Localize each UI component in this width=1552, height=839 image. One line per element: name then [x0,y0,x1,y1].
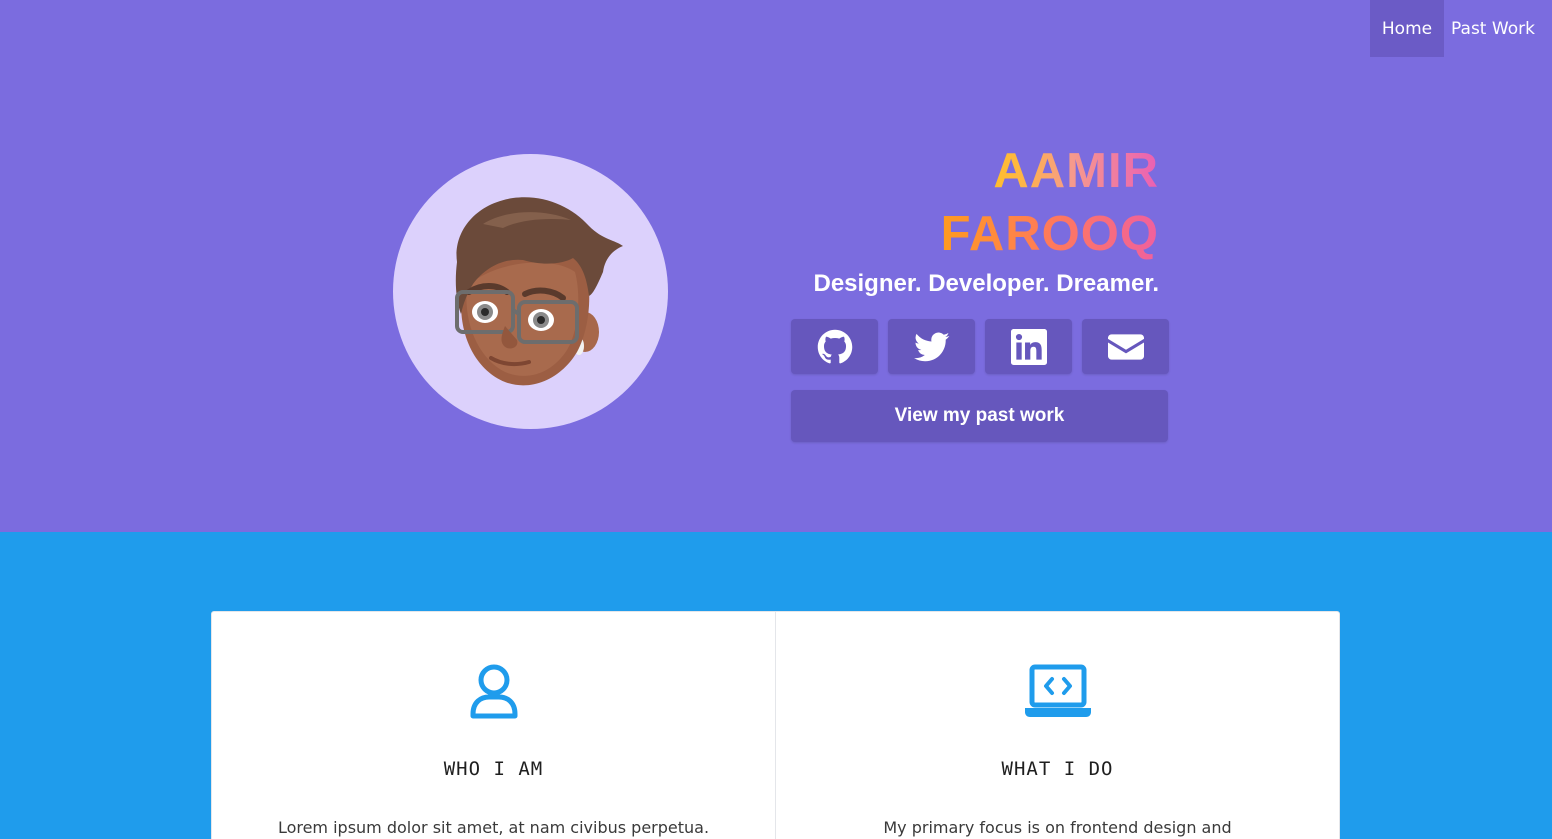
linkedin-button[interactable] [985,319,1072,374]
github-button[interactable] [791,319,878,374]
top-nav: Home Past Work [1370,0,1552,57]
card-title: WHAT I DO [1001,758,1114,780]
about-cards: WHO I AM Lorem ipsum dolor sit amet, at … [211,611,1340,839]
hero-name-last: FAROOQ [941,203,1159,266]
hero-name: AAMIR FAROOQ [941,140,1159,266]
who-i-am-card: WHO I AM Lorem ipsum dolor sit amet, at … [212,612,775,839]
hero-name-first: AAMIR [941,140,1159,203]
email-button[interactable] [1082,319,1169,374]
hero-tagline: Designer. Developer. Dreamer. [813,270,1159,297]
twitter-button[interactable] [888,319,975,374]
card-text: Lorem ipsum dolor sit amet, at nam civib… [277,818,710,837]
memoji-avatar-image [455,197,623,386]
nav-home[interactable]: Home [1370,0,1444,57]
twitter-icon [913,331,949,361]
avatar [393,154,668,429]
social-links [791,319,1169,374]
user-icon [469,664,519,725]
github-icon [817,329,852,363]
view-past-work-button[interactable]: View my past work [791,390,1168,442]
envelope-icon [1107,333,1144,360]
hero-section: Home Past Work AAMIR FAROOQ Designer. De… [0,0,1552,532]
card-title: WHO I AM [443,758,544,780]
linkedin-icon [1010,328,1047,365]
what-i-do-card: WHAT I DO My primary focus is on fronten… [775,612,1339,839]
laptop-code-icon [1024,664,1092,725]
card-text: My primary focus is on frontend design a… [883,818,1232,837]
nav-past-work[interactable]: Past Work [1444,0,1552,57]
